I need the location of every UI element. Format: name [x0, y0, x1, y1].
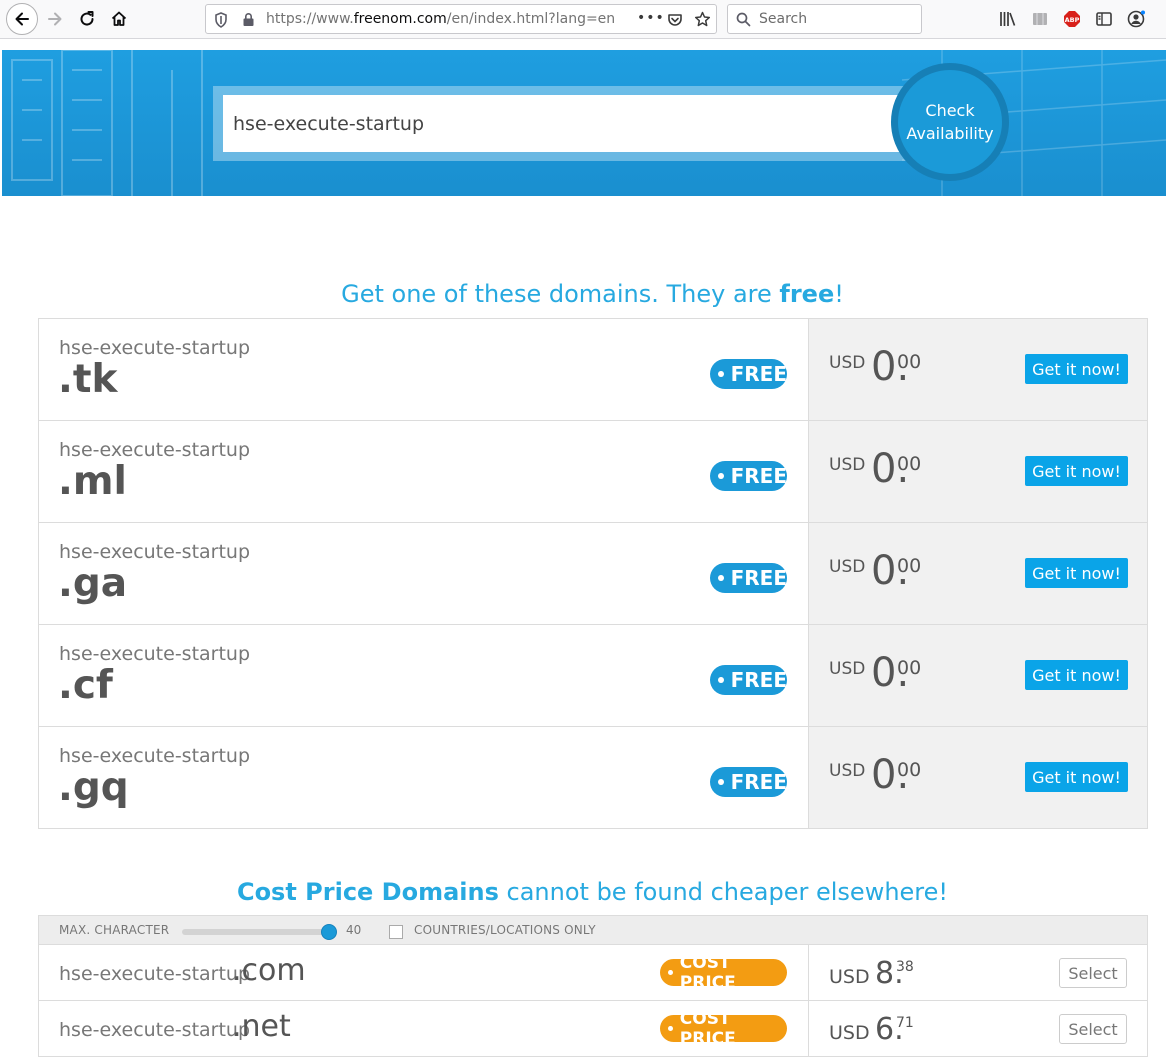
- domain-tld: .ml: [58, 459, 127, 504]
- url-prefix: https://www.: [266, 11, 354, 27]
- url-bar[interactable]: https://www.freenom.com/en/index.html?la…: [205, 4, 717, 34]
- free-domain-row: hse-execute-startup .ga FREE USD 0. 00 G…: [38, 522, 1148, 624]
- domain-name: hse-execute-startup: [59, 963, 251, 985]
- get-it-now-button[interactable]: Get it now!: [1025, 660, 1128, 690]
- domain-tld: .net: [232, 1009, 291, 1044]
- free-badge: FREE: [710, 359, 787, 389]
- search-icon: [736, 12, 751, 27]
- price-currency: USD: [829, 353, 866, 373]
- domain-name: hse-execute-startup: [59, 1019, 251, 1041]
- domain-name: hse-execute-startup: [59, 541, 251, 563]
- free-domains-heading: Get one of these domains. They are free!: [341, 280, 844, 308]
- cost-domain-row: hse-execute-startup .com COST PRICE USD …: [38, 945, 1148, 1001]
- forward-button[interactable]: [40, 4, 70, 34]
- domain-name: hse-execute-startup: [59, 745, 251, 767]
- svg-text:ABP: ABP: [1065, 16, 1080, 24]
- sidebar-toggle-button[interactable]: [1093, 8, 1115, 30]
- domain-name: hse-execute-startup: [59, 643, 251, 665]
- free-badge: FREE: [710, 665, 787, 695]
- domain-tld: .com: [232, 953, 306, 988]
- free-domain-row: hse-execute-startup .ml FREE USD 0. 00 G…: [38, 420, 1148, 522]
- domain-search-input[interactable]: [223, 95, 903, 152]
- arrow-left-icon: [15, 12, 29, 26]
- get-it-now-button[interactable]: Get it now!: [1025, 456, 1128, 486]
- price-decimal: 00: [897, 657, 922, 679]
- check-availability-label: Check Availability: [906, 101, 994, 143]
- check-availability-button[interactable]: Check Availability: [891, 63, 1009, 181]
- price-currency: USD: [829, 557, 866, 577]
- browser-toolbar: https://www.freenom.com/en/index.html?la…: [0, 0, 1166, 39]
- cost-domain-row: hse-execute-startup .net COST PRICE USD …: [38, 1001, 1148, 1057]
- url-domain: freenom.com: [353, 11, 447, 27]
- free-domains-table: hse-execute-startup .tk FREE USD 0. 00 G…: [38, 318, 1148, 829]
- free-domain-row: hse-execute-startup .cf FREE USD 0. 00 G…: [38, 624, 1148, 726]
- price-decimal: 00: [897, 351, 922, 373]
- account-icon: [1127, 10, 1145, 28]
- price-currency: USD: [829, 761, 866, 781]
- bookmark-star-icon[interactable]: [694, 11, 711, 28]
- cost-price-badge: COST PRICE: [660, 953, 787, 993]
- reload-button[interactable]: [72, 4, 102, 34]
- cost-price-badge: COST PRICE: [660, 1009, 787, 1049]
- price-currency: USD: [829, 1022, 870, 1044]
- select-button[interactable]: Select: [1059, 1014, 1127, 1044]
- countries-only-label: COUNTRIES/LOCATIONS ONLY: [414, 923, 596, 937]
- sync-tabs-icon: [1033, 13, 1047, 25]
- pocket-icon[interactable]: [667, 12, 683, 28]
- sidebar-icon: [1096, 12, 1112, 26]
- price-decimal: 71: [896, 1015, 914, 1031]
- arrow-right-icon: [48, 12, 62, 26]
- account-button[interactable]: [1125, 8, 1147, 30]
- select-button[interactable]: Select: [1059, 958, 1127, 988]
- price-currency: USD: [829, 659, 866, 679]
- lock-icon[interactable]: [242, 12, 255, 27]
- url-path: /en/index.html?lang=en: [446, 11, 616, 27]
- price-currency: USD: [829, 966, 870, 988]
- free-domain-row: hse-execute-startup .gq FREE USD 0. 00 G…: [38, 726, 1148, 829]
- domain-tld: .ga: [58, 561, 128, 606]
- browser-search-bar[interactable]: Search: [727, 4, 922, 34]
- shield-icon[interactable]: [214, 12, 228, 28]
- domain-tld: .cf: [58, 663, 113, 708]
- domain-tld: .tk: [58, 357, 118, 402]
- free-badge: FREE: [710, 461, 787, 491]
- get-it-now-button[interactable]: Get it now!: [1025, 558, 1128, 588]
- hero-background-pattern: [11, 50, 203, 196]
- get-it-now-button[interactable]: Get it now!: [1025, 762, 1128, 792]
- library-icon: [1000, 12, 1016, 26]
- free-badge: FREE: [710, 563, 787, 593]
- adblock-plus-icon: ABP: [1064, 11, 1080, 27]
- price-currency: USD: [829, 455, 866, 475]
- max-character-value: 40: [346, 923, 362, 937]
- max-character-slider[interactable]: [182, 929, 330, 935]
- page-actions-menu-button[interactable]: •••: [637, 10, 665, 26]
- cost-price-heading: Cost Price Domains cannot be found cheap…: [236, 878, 949, 906]
- domain-name: hse-execute-startup: [59, 337, 251, 359]
- get-it-now-button[interactable]: Get it now!: [1025, 354, 1128, 384]
- browser-search-placeholder: Search: [759, 11, 808, 27]
- back-button[interactable]: [6, 3, 38, 35]
- max-character-label: MAX. CHARACTER: [59, 923, 170, 937]
- countries-only-checkbox[interactable]: [389, 925, 403, 939]
- free-domain-row: hse-execute-startup .tk FREE USD 0. 00 G…: [38, 318, 1148, 420]
- price-decimal: 00: [897, 759, 922, 781]
- filter-bar: MAX. CHARACTER 40 COUNTRIES/LOCATIONS ON…: [38, 915, 1148, 945]
- price-decimal: 00: [897, 453, 922, 475]
- max-character-slider-handle[interactable]: [321, 924, 337, 940]
- domain-tld: .gq: [58, 765, 129, 810]
- url-text[interactable]: https://www.freenom.com/en/index.html?la…: [266, 11, 615, 27]
- reader-sidebar-button[interactable]: [1029, 8, 1051, 30]
- domain-name: hse-execute-startup: [59, 439, 251, 461]
- home-icon: [111, 11, 127, 26]
- price-decimal: 38: [896, 959, 914, 975]
- library-button[interactable]: [997, 8, 1019, 30]
- home-button[interactable]: [104, 4, 134, 34]
- price-decimal: 00: [897, 555, 922, 577]
- adblock-plus-button[interactable]: ABP: [1061, 8, 1083, 30]
- reload-icon: [80, 11, 94, 26]
- free-badge: FREE: [710, 767, 787, 797]
